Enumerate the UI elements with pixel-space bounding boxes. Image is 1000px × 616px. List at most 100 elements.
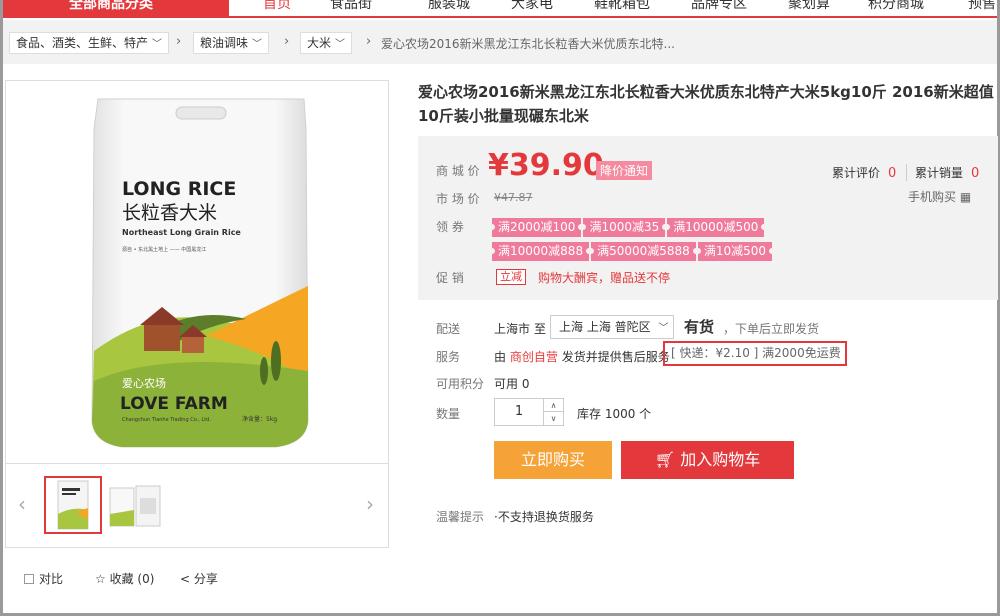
package-brand-cn: 长粒香大米	[122, 202, 217, 224]
chevron-right-icon: ›	[176, 34, 182, 49]
coupon-item[interactable]: 满10减500	[694, 242, 776, 261]
nav-item-shoes-bags[interactable]: 鞋靴箱包	[594, 0, 650, 16]
quantity-input[interactable]: 1	[495, 399, 543, 425]
chevron-down-icon: ﹀	[658, 323, 669, 334]
product-main-image[interactable]: LONG RICE 长粒香大米 Northeast Long Grain Ric…	[5, 80, 389, 464]
delivery-address-select[interactable]: 上海 上海 普陀区 ﹀	[550, 315, 674, 339]
address-value: 上海 上海 普陀区	[559, 320, 651, 334]
nav-item-home[interactable]: 首页	[263, 0, 291, 16]
qr-code-icon: ▦	[959, 190, 972, 204]
buy-now-button[interactable]: 立即购买	[494, 441, 612, 479]
nav-item-brands[interactable]: 品牌专区	[691, 0, 747, 16]
coupon-item[interactable]: 满10000减888	[488, 242, 593, 261]
cart-icon: 🛒︎	[654, 450, 676, 469]
delivery-to-word: 至	[534, 322, 547, 336]
mobile-buy-label: 手机购买	[908, 190, 957, 204]
chevron-right-icon: ›	[366, 34, 372, 49]
shipping-fee-info: [ 快递：¥2.10 ] 满2000免运费	[663, 341, 847, 366]
points-value: 可用 0	[494, 377, 530, 391]
coupon-item[interactable]: 满10000减500	[664, 218, 768, 237]
all-categories-button[interactable]: 全部商品分类	[3, 0, 229, 16]
chevron-down-icon: ﹀	[252, 39, 263, 50]
package-small-line: 源自 • 东北黑土地上 —— 中国黑龙江	[122, 246, 206, 253]
favorite-button[interactable]: ☆ 收藏 (0)	[95, 570, 154, 587]
share-icon: <	[180, 572, 191, 586]
coupon-item[interactable]: 满2000减100	[488, 218, 585, 237]
nav-item-clothing[interactable]: 服装城	[428, 0, 470, 16]
sales-label: 累计销量	[915, 166, 964, 180]
review-label: 累计评价	[832, 166, 881, 180]
price-panel: 商 城 价 ¥39.90 降价通知 市 场 价 ¥47.87 领 券 满2000…	[418, 136, 998, 300]
package-subtitle: Northeast Long Grain Rice	[122, 228, 241, 237]
product-title: 爱心农场2016新米黑龙江东北长粒香大米优质东北特产大米5kg10斤 2016新…	[418, 83, 994, 125]
add-to-cart-label: 加入购物车	[680, 450, 761, 469]
decrease-button[interactable]: ∨	[543, 412, 563, 425]
increase-button[interactable]: ∧	[543, 399, 563, 412]
delivery-from: 上海市	[494, 322, 531, 336]
coupon-list: 满2000减100 满1000减35 满10000减500 满10000减888 满50…	[488, 218, 862, 266]
nav-item-presale[interactable]: 预售	[968, 0, 996, 16]
tips-label: 温馨提示	[436, 510, 485, 524]
thumbnail-1[interactable]	[44, 476, 102, 534]
package-company: Changchun Tianhe Trading Co., Ltd.	[122, 417, 211, 423]
points-label: 可用积分	[436, 377, 485, 391]
breadcrumb-label: 食品、酒类、生鲜、特产	[16, 36, 149, 50]
add-to-cart-button[interactable]: 🛒︎ 加入购物车	[621, 441, 794, 479]
price-drop-notify-button[interactable]: 降价通知	[596, 161, 653, 180]
mall-price-label: 商 城 价	[436, 164, 480, 178]
market-price: ¥47.87	[494, 191, 533, 204]
star-icon: ☆	[95, 572, 106, 586]
sales-value: 0	[971, 166, 980, 181]
mobile-buy[interactable]: 手机购买 ▦	[908, 188, 971, 205]
breadcrumb-label: 粮油调味	[200, 36, 249, 50]
nav-item-appliances[interactable]: 大家电	[511, 0, 553, 16]
review-value: 0	[888, 166, 897, 181]
compare-toggle[interactable]: 对比	[24, 570, 63, 587]
nav-item-group-buy[interactable]: 聚划算	[788, 0, 830, 16]
quantity-label: 数量	[436, 407, 461, 421]
package-brand-en: LONG RICE	[122, 178, 236, 200]
review-count[interactable]: 累计评价 0	[832, 164, 896, 181]
breadcrumb-category-1[interactable]: 食品、酒类、生鲜、特产 ﹀	[9, 32, 170, 54]
chevron-right-icon[interactable]: ›	[366, 492, 374, 516]
ship-note: ，下单后立即发货	[723, 322, 820, 336]
stock-status: 有货	[684, 318, 715, 336]
rice-bag-image: LONG RICE 长粒香大米 Northeast Long Grain Ric…	[91, 98, 309, 448]
share-label: 分享	[193, 572, 218, 586]
seller-link[interactable]: 商创自营	[510, 350, 558, 364]
chevron-down-icon: ﹀	[335, 39, 346, 50]
market-price-label: 市 场 价	[436, 192, 480, 206]
nav-item-points-mall[interactable]: 积分商城	[868, 0, 924, 16]
coupon-label: 领 券	[436, 220, 464, 234]
thumbnail-image	[57, 480, 89, 530]
checkbox-icon	[24, 574, 34, 584]
coupon-item[interactable]: 满50000减5888	[588, 242, 699, 261]
quantity-stepper: 1 ∧ ∨	[494, 398, 564, 426]
promo-text: 购物大酬宾，赠品送不停	[538, 271, 671, 285]
thumbnail-image	[109, 485, 161, 527]
thumbnail-2[interactable]	[106, 476, 164, 534]
promo-tag: 立减	[496, 269, 526, 285]
breadcrumb-category-3[interactable]: 大米 ﹀	[300, 32, 353, 54]
breadcrumb-category-2[interactable]: 粮油调味 ﹀	[193, 32, 270, 54]
chevron-left-icon[interactable]: ‹	[18, 492, 26, 516]
share-button[interactable]: < 分享	[180, 570, 218, 587]
breadcrumb-current: 爱心农场2016新米黑龙江东北长粒香大米优质东北特...	[381, 37, 675, 51]
stock-count: 库存 1000 个	[577, 407, 652, 421]
thumbnail-strip: ‹ ›	[5, 464, 389, 548]
service-text: 由 商创自营 发货并提供售后服务	[494, 348, 670, 365]
service-suffix: 发货并提供售后服务	[561, 350, 670, 364]
nav-item-food[interactable]: 食品街	[330, 0, 372, 16]
chevron-right-icon: ›	[284, 34, 290, 49]
service-prefix: 由	[494, 350, 507, 364]
delivery-label: 配送	[436, 322, 461, 336]
compare-label: 对比	[39, 572, 64, 586]
coupon-item[interactable]: 满1000减35	[580, 218, 669, 237]
package-farm-cn: 爱心农场	[122, 376, 166, 390]
breadcrumb-label: 大米	[307, 36, 332, 50]
promo-label: 促 销	[436, 271, 464, 285]
favorite-label: 收藏 (0)	[109, 572, 155, 586]
chevron-down-icon: ﹀	[152, 39, 163, 50]
package-weight: 净含量：5kg	[242, 415, 277, 423]
service-label: 服务	[436, 350, 461, 364]
